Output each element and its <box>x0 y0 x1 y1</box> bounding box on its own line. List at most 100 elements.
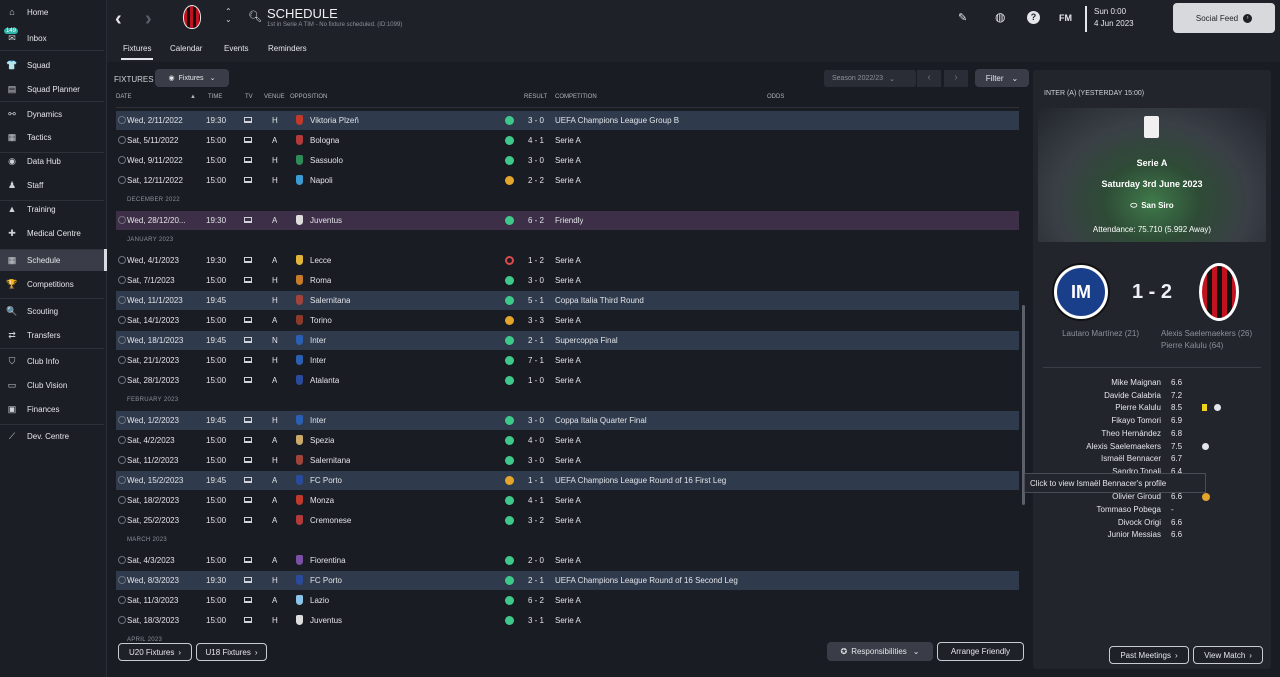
col-time[interactable]: TIME <box>208 94 222 100</box>
fixture-opposition[interactable]: Torino <box>310 316 332 325</box>
season-next-button[interactable]: › <box>944 70 968 87</box>
sidebar-item-medical-centre[interactable]: ✚ Medical Centre <box>0 222 104 244</box>
table-row[interactable]: Sat, 5/11/2022 15:00 A Bologna 4 - 1 Serie A <box>116 131 1019 150</box>
col-competition[interactable]: COMPETITION <box>555 94 597 100</box>
tab-fixtures[interactable]: Fixtures <box>121 44 154 60</box>
player-name[interactable]: Divock Origi <box>1043 518 1161 527</box>
responsibilities-button[interactable]: ✪ Responsibilities ⌄ <box>827 642 933 661</box>
fixture-competition[interactable]: UEFA Champions League Group B <box>555 116 679 125</box>
sidebar-item-dynamics[interactable]: ⚯ Dynamics <box>0 103 104 125</box>
sidebar-item-transfers[interactable]: ⇄ Transfers <box>0 324 104 346</box>
table-row[interactable]: Wed, 1/2/2023 19:45 H Inter 3 - 0 Coppa Itali… <box>116 411 1019 430</box>
col-opposition[interactable]: OPPOSITION <box>290 94 327 100</box>
col-venue[interactable]: VENUE <box>264 94 285 100</box>
fixture-opposition[interactable]: Monza <box>310 496 334 505</box>
fixture-competition[interactable]: Serie A <box>555 276 581 285</box>
sidebar-item-inbox[interactable]: ✉ 149 Inbox <box>0 27 104 49</box>
sidebar-item-tactics[interactable]: ▦ Tactics <box>0 126 104 148</box>
back-arrow-icon[interactable]: ‹ <box>115 8 122 31</box>
sidebar-item-staff[interactable]: ♟ Staff <box>0 174 104 196</box>
fixture-competition[interactable]: Serie A <box>555 176 581 185</box>
player-name[interactable]: Ismaël Bennacer <box>1043 454 1161 463</box>
sidebar-item-dev-centre[interactable]: ⟋ Dev. Centre <box>0 425 104 447</box>
fixture-opposition[interactable]: Fiorentina <box>310 556 346 565</box>
fixture-opposition[interactable]: Inter <box>310 416 326 425</box>
fixture-opposition[interactable]: Salernitana <box>310 456 350 465</box>
inter-crest-icon[interactable]: IM <box>1054 265 1108 319</box>
u18-fixtures-button[interactable]: U18 Fixtures › <box>196 643 267 661</box>
fixture-competition[interactable]: Serie A <box>555 556 581 565</box>
sidebar-item-club-vision[interactable]: ▭ Club Vision <box>0 374 104 396</box>
milan-crest-icon[interactable] <box>1199 263 1239 321</box>
table-row[interactable]: Wed, 18/1/2023 19:45 N Inter 2 - 1 Supercoppa… <box>116 331 1019 350</box>
u20-fixtures-button[interactable]: U20 Fixtures › <box>118 643 192 661</box>
sidebar-item-club-info[interactable]: ⛉ Club Info <box>0 350 104 372</box>
table-row[interactable]: Sat, 7/1/2023 15:00 H Roma 3 - 0 Serie A <box>116 271 1019 290</box>
table-row[interactable]: Wed, 28/12/20... 19:30 A Juventus 6 - 2 Frien… <box>116 211 1019 230</box>
forward-arrow-icon[interactable]: › <box>145 8 152 31</box>
fixture-opposition[interactable]: FC Porto <box>310 576 342 585</box>
sidebar-item-training[interactable]: ▲ Training <box>0 198 104 220</box>
sidebar-item-schedule[interactable]: ▦ Schedule <box>0 249 107 271</box>
pencil-icon[interactable]: ✎ <box>958 11 967 24</box>
table-row[interactable]: Sat, 18/2/2023 15:00 A Monza 4 - 1 Serie A <box>116 491 1019 510</box>
fixture-opposition[interactable]: Roma <box>310 276 331 285</box>
table-row[interactable]: Wed, 4/1/2023 19:30 A Lecce 1 - 2 Serie A <box>116 251 1019 270</box>
fixture-competition[interactable]: Serie A <box>555 516 581 525</box>
col-result[interactable]: RESULT <box>524 94 547 100</box>
player-name[interactable]: Olivier Giroud <box>1043 492 1161 501</box>
fixture-competition[interactable]: Serie A <box>555 136 581 145</box>
fixture-competition[interactable]: Coppa Italia Quarter Final <box>555 416 647 425</box>
table-row[interactable]: Sat, 28/1/2023 15:00 A Atalanta 1 - 0 Serie A <box>116 371 1019 390</box>
fixture-opposition[interactable]: Spezia <box>310 436 334 445</box>
table-row[interactable]: Sat, 11/3/2023 15:00 A Lazio 6 - 2 Serie A <box>116 591 1019 610</box>
fixture-competition[interactable]: Friendly <box>555 216 583 225</box>
fixture-opposition[interactable]: Lecce <box>310 256 331 265</box>
fixture-competition[interactable]: Supercoppa Final <box>555 336 618 345</box>
table-row[interactable]: Wed, 15/2/2023 19:45 A FC Porto 1 - 1 UEFA Ch… <box>116 471 1019 490</box>
player-name[interactable]: Fikayo Tomori <box>1043 416 1161 425</box>
fixture-competition[interactable]: UEFA Champions League Round of 16 First … <box>555 476 726 485</box>
fixture-opposition[interactable]: Juventus <box>310 216 342 225</box>
help-icon[interactable]: ? <box>1027 11 1040 24</box>
table-row[interactable]: Wed, 11/1/2023 19:45 H Salernitana 5 - 1 Copp… <box>116 291 1019 310</box>
fixture-opposition[interactable]: Atalanta <box>310 376 339 385</box>
fixture-competition[interactable]: Serie A <box>555 436 581 445</box>
fixture-competition[interactable]: Serie A <box>555 616 581 625</box>
table-row[interactable]: Sat, 4/2/2023 15:00 A Spezia 4 - 0 Serie A <box>116 431 1019 450</box>
player-name[interactable]: Alexis Saelemaekers <box>1043 442 1161 451</box>
table-row[interactable]: Sat, 21/1/2023 15:00 H Inter 7 - 1 Serie A <box>116 351 1019 370</box>
fixture-opposition[interactable]: Salernitana <box>310 296 350 305</box>
table-row[interactable]: Sat, 18/3/2023 15:00 H Juventus 3 - 1 Serie A <box>116 611 1019 630</box>
table-row[interactable]: Wed, 8/3/2023 19:30 H FC Porto 2 - 1 UEFA Cha… <box>116 571 1019 590</box>
table-row[interactable]: Sat, 12/11/2022 15:00 H Napoli 2 - 2 Serie A <box>116 171 1019 190</box>
sidebar-item-squad[interactable]: 👕 Squad <box>0 54 104 76</box>
fm-logo[interactable]: FM <box>1059 13 1072 23</box>
globe-icon[interactable]: ◍ <box>995 10 1005 24</box>
fixture-competition[interactable]: Serie A <box>555 156 581 165</box>
fixture-competition[interactable]: Serie A <box>555 316 581 325</box>
table-row[interactable]: Sat, 25/2/2023 15:00 A Cremonese 3 - 2 Serie … <box>116 511 1019 530</box>
sidebar-item-competitions[interactable]: 🏆 Competitions <box>0 273 104 295</box>
fixture-opposition[interactable]: Lazio <box>310 596 329 605</box>
table-row[interactable]: Sat, 11/2/2023 15:00 H Salernitana 3 - 0 Seri… <box>116 451 1019 470</box>
tab-reminders[interactable]: Reminders <box>268 44 307 58</box>
sidebar-item-home[interactable]: ⌂ Home <box>0 1 104 23</box>
fixture-opposition[interactable]: Inter <box>310 336 326 345</box>
player-name[interactable]: Davide Calabria <box>1043 391 1161 400</box>
player-name[interactable]: Junior Messias <box>1043 530 1161 539</box>
season-prev-button[interactable]: ‹ <box>917 70 941 87</box>
social-feed-button[interactable]: Social Feed › <box>1173 3 1275 33</box>
fixture-opposition[interactable]: Viktoria Plzeň <box>310 116 359 125</box>
fixture-competition[interactable]: Serie A <box>555 256 581 265</box>
col-odds[interactable]: ODDS <box>767 94 784 100</box>
tab-calendar[interactable]: Calendar <box>170 44 202 58</box>
fixture-opposition[interactable]: Juventus <box>310 616 342 625</box>
fixture-opposition[interactable]: Sassuolo <box>310 156 343 165</box>
fixture-opposition[interactable]: Cremonese <box>310 516 351 525</box>
fixture-opposition[interactable]: Inter <box>310 356 326 365</box>
fixture-competition[interactable]: Serie A <box>555 596 581 605</box>
past-meetings-button[interactable]: Past Meetings › <box>1109 646 1189 664</box>
fixture-competition[interactable]: UEFA Champions League Round of 16 Second… <box>555 576 738 585</box>
col-tv[interactable]: TV <box>245 94 253 100</box>
